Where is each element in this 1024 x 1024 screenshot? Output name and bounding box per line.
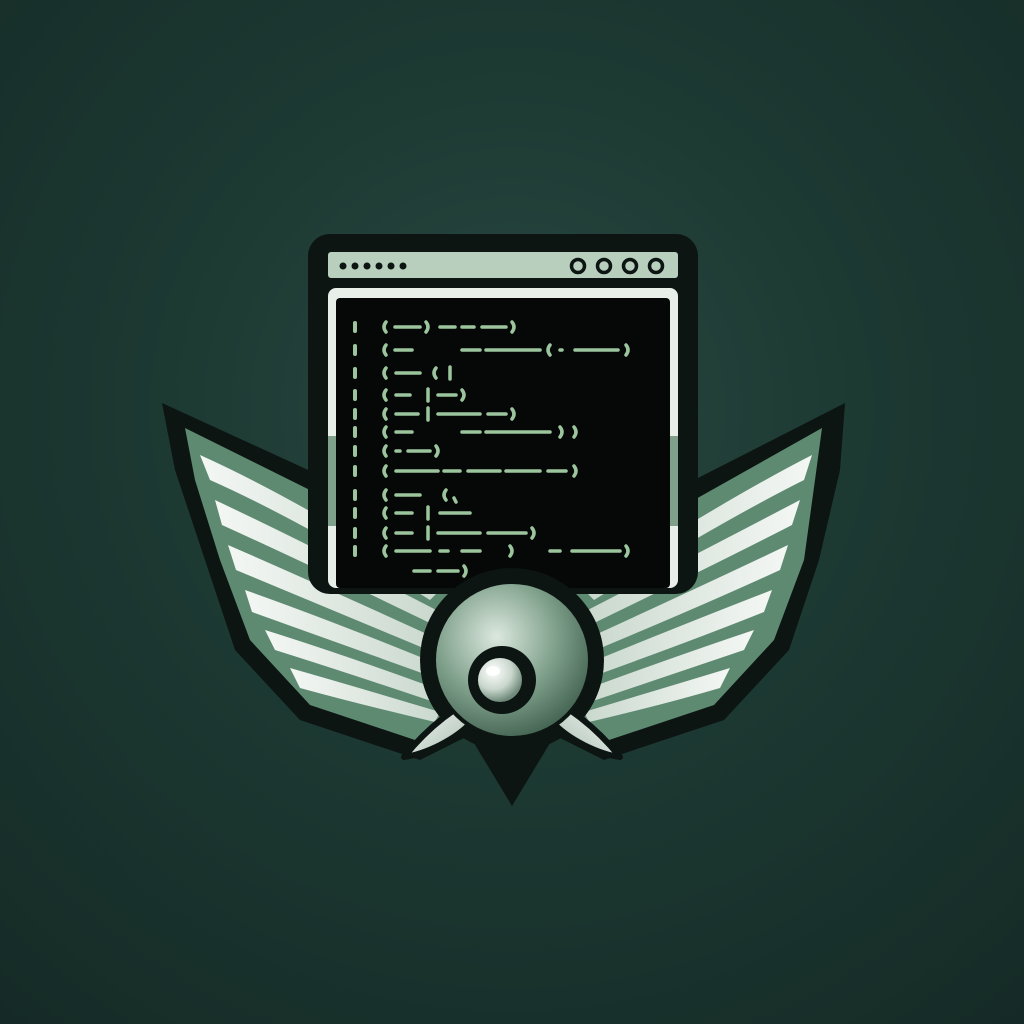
terminal-window-icon <box>308 234 698 594</box>
emblem-knob-highlight <box>486 666 500 676</box>
emblem-knob <box>478 658 522 702</box>
coding-wings-logo <box>162 234 845 806</box>
logo-canvas <box>0 0 1024 1024</box>
